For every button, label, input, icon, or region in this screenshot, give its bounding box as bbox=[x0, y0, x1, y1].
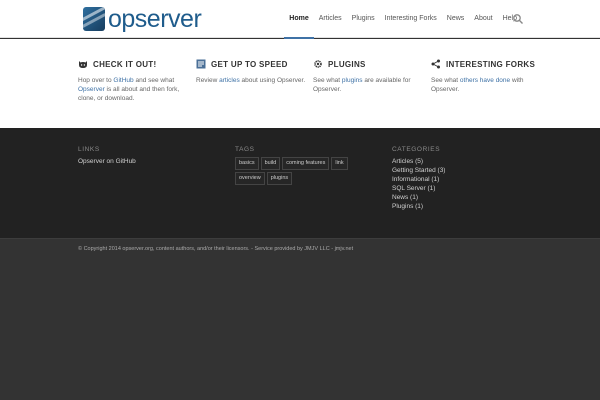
feature-text: See what bbox=[431, 77, 460, 84]
category-articles[interactable]: Articles (5) bbox=[392, 157, 445, 166]
tag-basics[interactable]: basics bbox=[235, 157, 259, 170]
tags-widget-title: TAGS bbox=[235, 146, 255, 153]
tag-build[interactable]: build bbox=[260, 157, 281, 170]
feature-body: See what others have done with Opserver. bbox=[431, 76, 541, 94]
site-logo[interactable]: opserver bbox=[83, 5, 202, 33]
tag-plugins[interactable]: plugins bbox=[266, 172, 293, 185]
category-informational[interactable]: Informational (1) bbox=[392, 175, 445, 184]
feature-title-text: CHECK IT OUT! bbox=[93, 59, 157, 69]
feature-get-up-to-speed: GET UP TO SPEED Review articles about us… bbox=[196, 58, 306, 85]
features-section: CHECK IT OUT! Hop over to GitHub and see… bbox=[0, 39, 600, 128]
category-plugins[interactable]: Plugins (1) bbox=[392, 202, 445, 211]
feature-text: See what bbox=[313, 77, 342, 84]
category-sql-server[interactable]: SQL Server (1) bbox=[392, 184, 445, 193]
widgets-section: LINKS Opserver on GitHub TAGS basics bui… bbox=[0, 128, 600, 238]
links-widget-title: LINKS bbox=[78, 146, 100, 153]
feature-title-text: GET UP TO SPEED bbox=[211, 59, 288, 69]
feature-body: Review articles about using Opserver. bbox=[196, 76, 306, 85]
feature-check-it-out: CHECK IT OUT! Hop over to GitHub and see… bbox=[78, 58, 188, 103]
feature-text: Review bbox=[196, 77, 220, 84]
categories-widget-title: CATEGORIES bbox=[392, 146, 441, 153]
share-icon bbox=[431, 59, 440, 69]
tag-coming-features[interactable]: coming features bbox=[282, 157, 330, 170]
tags-widget: TAGS basics build coming features link o… bbox=[235, 146, 370, 187]
search-icon[interactable] bbox=[512, 13, 524, 25]
forks-link[interactable]: others have done bbox=[460, 77, 510, 84]
nav-home[interactable]: Home bbox=[284, 0, 315, 39]
tag-link[interactable]: link bbox=[331, 157, 348, 170]
feature-title-get-up-to-speed: GET UP TO SPEED bbox=[196, 58, 306, 70]
gear-icon bbox=[314, 60, 322, 68]
feature-body: See what plugins are available for Opser… bbox=[313, 76, 423, 94]
tag-cloud: basics build coming features link overvi… bbox=[235, 157, 370, 187]
feature-text: about using Opserver. bbox=[239, 77, 306, 84]
main-nav: Home Articles Plugins Interesting Forks … bbox=[284, 0, 522, 39]
nav-interesting-forks[interactable]: Interesting Forks bbox=[380, 0, 442, 38]
feature-text: Hop over to bbox=[78, 77, 114, 84]
opserver-github-link[interactable]: Opserver on GitHub bbox=[78, 157, 136, 166]
feature-title-text: PLUGINS bbox=[328, 59, 366, 69]
feature-plugins: PLUGINS See what plugins are available f… bbox=[313, 58, 423, 94]
feature-title-interesting-forks: INTERESTING FORKS bbox=[431, 58, 541, 70]
feature-title-check-it-out: CHECK IT OUT! bbox=[78, 58, 188, 70]
site-header: opserver Home Articles Plugins Interesti… bbox=[0, 0, 600, 39]
site-footer: © Copyright 2014 opserver.org, content a… bbox=[0, 238, 600, 400]
feature-text: and see what bbox=[133, 77, 175, 84]
logo-text: opserver bbox=[108, 5, 202, 33]
links-widget: LINKS Opserver on GitHub bbox=[78, 146, 136, 166]
categories-widget: CATEGORIES Articles (5) Getting Started … bbox=[392, 146, 445, 211]
feature-body: Hop over to GitHub and see what Opserver… bbox=[78, 76, 188, 103]
plugins-link[interactable]: plugins bbox=[342, 77, 363, 84]
nav-news[interactable]: News bbox=[442, 0, 470, 38]
category-getting-started[interactable]: Getting Started (3) bbox=[392, 166, 445, 175]
nav-about[interactable]: About bbox=[469, 0, 497, 38]
feature-title-text: INTERESTING FORKS bbox=[446, 59, 536, 69]
category-news[interactable]: News (1) bbox=[392, 193, 445, 202]
nav-articles[interactable]: Articles bbox=[314, 0, 347, 38]
feature-interesting-forks: INTERESTING FORKS See what others have d… bbox=[431, 58, 541, 94]
feature-title-plugins: PLUGINS bbox=[313, 58, 423, 70]
articles-link[interactable]: articles bbox=[219, 77, 240, 84]
copyright-text: © Copyright 2014 opserver.org, content a… bbox=[78, 246, 354, 252]
tag-overview[interactable]: overview bbox=[235, 172, 265, 185]
opserver-link[interactable]: Opserver bbox=[78, 86, 105, 93]
logo-mark-icon bbox=[83, 7, 105, 31]
github-icon bbox=[79, 61, 87, 68]
nav-plugins[interactable]: Plugins bbox=[347, 0, 380, 38]
document-icon bbox=[196, 59, 206, 69]
github-link[interactable]: GitHub bbox=[113, 77, 133, 84]
